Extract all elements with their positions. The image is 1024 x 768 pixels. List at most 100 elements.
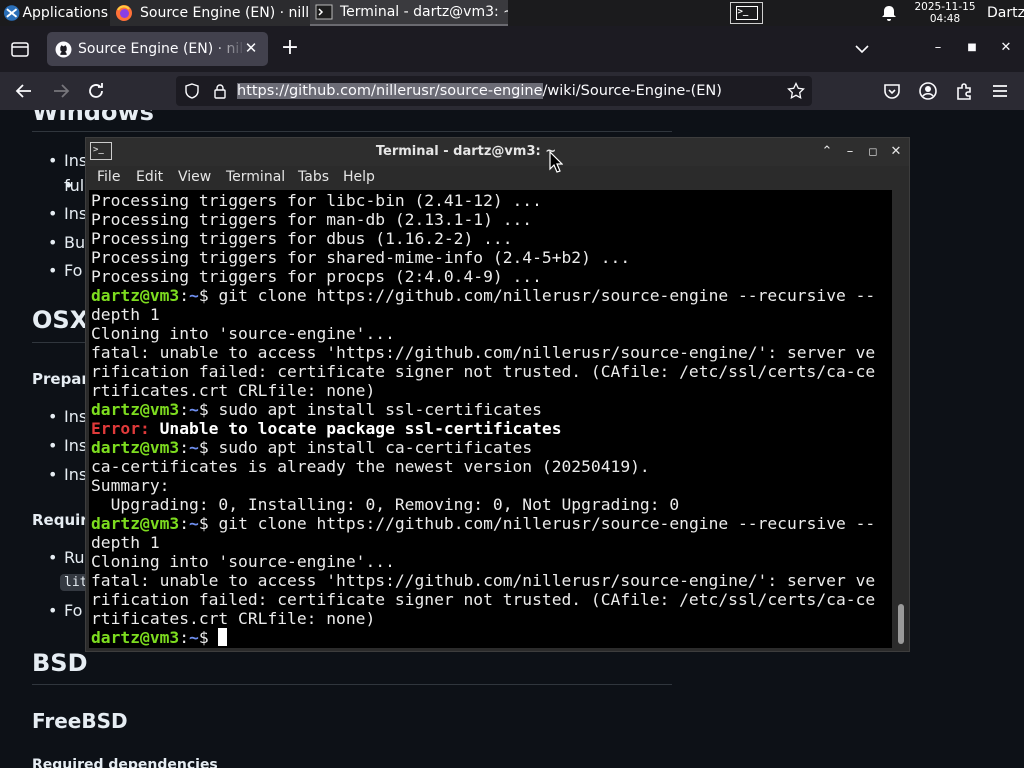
star-icon[interactable] (787, 82, 805, 100)
command-text: $ (198, 628, 219, 647)
list-item: Bu (48, 233, 85, 252)
roll-up-icon[interactable]: ⌃ (818, 143, 836, 161)
menu-help[interactable]: Help (343, 169, 375, 185)
list-item: Ru (48, 548, 85, 567)
terminal-icon (315, 4, 333, 20)
bell-icon[interactable] (880, 4, 898, 22)
forward-icon[interactable] (50, 80, 72, 102)
terminal-menubar: File Edit View Terminal Tabs Help (86, 166, 909, 190)
close-window-icon[interactable]: ✕ (996, 38, 1016, 58)
url-text[interactable]: https://github.com/nillerusr/source-engi… (237, 76, 722, 106)
list-item: Ins (48, 436, 87, 455)
error-message: Unable to locate package ssl-certificate… (149, 419, 562, 438)
prompt-path: ~ (189, 628, 199, 647)
url-path-text: /wiki/Source-Engine-(EN) (542, 83, 722, 99)
extensions-icon[interactable] (953, 80, 975, 102)
maximize-icon[interactable]: ◻ (864, 143, 882, 161)
terminal-command-line: dartz@vm3:~$ git clone https://github.co… (91, 514, 876, 533)
prompt-user: dartz@vm3 (91, 400, 180, 419)
user-menu[interactable]: Dartz (987, 0, 1024, 26)
terminal-scrollbar[interactable] (894, 190, 909, 650)
minimize-icon[interactable]: – (841, 143, 859, 161)
browser-nav-bar: https://github.com/nillerusr/source-engi… (0, 72, 1024, 110)
terminal-titlebar[interactable]: >_ Terminal - dartz@vm3: ~ ⌃ – ◻ ✕ (86, 138, 909, 166)
terminal-command-line: dartz@vm3:~$ (91, 628, 875, 647)
terminal-launcher-button[interactable]: >_ (730, 2, 763, 24)
command-text: $ git clone https://github.com/nillerusr… (198, 286, 876, 305)
list-item: Ins (48, 151, 87, 170)
url-bar[interactable]: https://github.com/nillerusr/source-engi… (176, 76, 812, 106)
pocket-icon[interactable] (881, 80, 903, 102)
close-icon[interactable]: ✕ (887, 143, 905, 161)
command-text: $ sudo apt install ca-certificates (198, 438, 533, 457)
terminal-command-line: dartz@vm3:~$ git clone https://github.co… (91, 286, 876, 305)
text-cursor (218, 628, 228, 646)
list-item: Ins (48, 465, 87, 484)
minimize-window-icon[interactable]: – (928, 38, 948, 58)
prompt-path: ~ (189, 438, 199, 457)
list-item: Ins (48, 407, 87, 426)
heading-windows: Windows (32, 110, 154, 126)
account-icon[interactable] (917, 80, 939, 102)
list-item: Ins (48, 204, 87, 223)
menu-tabs[interactable]: Tabs (298, 169, 329, 185)
prompt-user: dartz@vm3 (91, 628, 180, 647)
prompt-user: dartz@vm3 (91, 438, 180, 457)
taskbar-firefox-button[interactable]: Source Engine (EN) · nill... (110, 0, 310, 26)
osx-preparation-heading: Prepar (32, 370, 89, 388)
taskbar-terminal-button[interactable]: Terminal - dartz@vm3: ~ (310, 0, 508, 26)
back-icon[interactable] (13, 80, 35, 102)
prompt-path: ~ (189, 400, 199, 419)
terminal-output-line: Processing triggers for shared-mime-info… (91, 248, 631, 267)
freebsd-dependencies-heading: Required dependencies (32, 757, 218, 768)
prompt-path: ~ (189, 286, 199, 305)
url-selected-text: https://github.com/nillerusr/source-engi… (237, 83, 543, 99)
terminal-command-line: dartz@vm3:~$ sudo apt install ca-certifi… (91, 438, 533, 457)
terminal-output-line: rification failed: certificate signer no… (91, 362, 876, 381)
xfce-icon (3, 5, 20, 21)
divider (32, 131, 672, 132)
menu-icon[interactable] (989, 80, 1011, 102)
menu-terminal[interactable]: Terminal (226, 169, 285, 185)
terminal-window[interactable]: >_ Terminal - dartz@vm3: ~ ⌃ – ◻ ✕ File … (85, 137, 910, 652)
tab-source-engine[interactable]: Source Engine (EN) · nillerusr/source-en… (47, 32, 268, 66)
prompt-user: dartz@vm3 (91, 286, 180, 305)
heading-freebsd: FreeBSD (32, 709, 128, 733)
terminal-output-line: rtificates.crt CRLfile: none) (91, 381, 376, 400)
applications-label: Applications (22, 5, 108, 21)
shield-icon[interactable] (184, 83, 200, 99)
terminal-output-line: Processing triggers for dbus (1.16.2-2) … (91, 229, 513, 248)
browser-tab-bar: Source Engine (EN) · nillerusr/source-en… (0, 26, 1024, 72)
prompt-user: dartz@vm3 (91, 514, 180, 533)
firefox-icon (116, 5, 132, 21)
heading-bsd: BSD (32, 649, 88, 677)
terminal-lines: Processing triggers for libc-bin (2.41-1… (91, 191, 875, 647)
tab-list-icon[interactable] (9, 38, 31, 60)
tab-close-icon[interactable]: ✕ (242, 39, 260, 57)
top-panel: Applications Source Engine (EN) · nill..… (0, 0, 1024, 26)
terminal-launcher-icon: >_ (735, 6, 758, 20)
list-item: Fo (48, 601, 82, 620)
terminal-output-line: depth 1 (91, 305, 160, 324)
menu-file[interactable]: File (97, 169, 120, 185)
menu-view[interactable]: View (178, 169, 211, 185)
applications-menu[interactable]: Applications (0, 0, 108, 26)
list-item: Fo (48, 261, 82, 280)
terminal-title: Terminal - dartz@vm3: ~ (375, 144, 557, 159)
reload-icon[interactable] (85, 80, 107, 102)
terminal-output-line: Upgrading: 0, Installing: 0, Removing: 0… (91, 495, 680, 514)
clock-date: 2025-11-15 (914, 1, 976, 13)
maximize-window-icon[interactable]: ■ (962, 38, 982, 58)
new-tab-button[interactable]: + (278, 37, 302, 61)
github-icon (55, 41, 72, 57)
terminal-output-line: depth 1 (91, 533, 160, 552)
chevron-down-icon[interactable] (852, 39, 872, 59)
menu-edit[interactable]: Edit (136, 169, 163, 185)
scrollbar-thumb[interactable] (898, 604, 904, 644)
terminal-output[interactable]: Processing triggers for libc-bin (2.41-1… (89, 190, 892, 648)
lock-icon[interactable] (212, 83, 228, 99)
terminal-output-line: rtificates.crt CRLfile: none) (91, 609, 376, 628)
terminal-output-line: Cloning into 'source-engine'... (91, 552, 395, 571)
terminal-output-line: fatal: unable to access 'https://github.… (91, 571, 876, 590)
clock[interactable]: 2025-11-15 04:48 (908, 1, 982, 25)
